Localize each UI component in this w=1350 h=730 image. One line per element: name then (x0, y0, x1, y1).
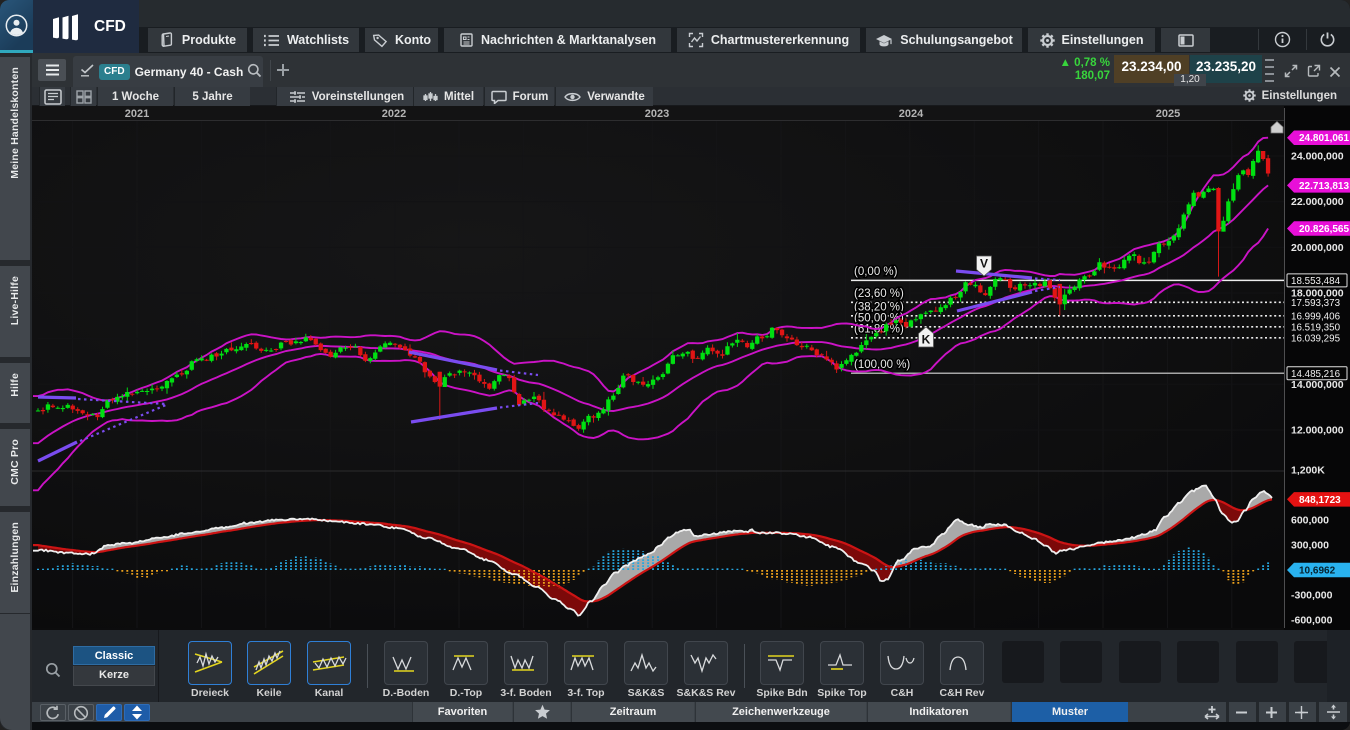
svg-text:(0,00 %): (0,00 %) (854, 266, 898, 278)
svg-text:K: K (922, 333, 931, 347)
svg-text:V: V (980, 257, 988, 271)
svg-text:2022: 2022 (382, 108, 406, 120)
svg-text:2023: 2023 (645, 108, 669, 120)
svg-text:14.000,000: 14.000,000 (1291, 379, 1344, 391)
svg-text:12.000,000: 12.000,000 (1291, 425, 1344, 437)
svg-text:848,1723: 848,1723 (1299, 495, 1341, 506)
svg-text:2021: 2021 (125, 108, 149, 120)
svg-text:20.826,565: 20.826,565 (1299, 224, 1349, 235)
svg-text:20.000,000: 20.000,000 (1291, 242, 1344, 254)
svg-text:16.999,406: 16.999,406 (1291, 311, 1341, 322)
svg-text:22.000,000: 22.000,000 (1291, 196, 1344, 208)
svg-text:24.000,000: 24.000,000 (1291, 151, 1344, 163)
svg-text:18.553,484: 18.553,484 (1291, 276, 1341, 287)
svg-text:(23,60 %): (23,60 %) (854, 288, 904, 300)
svg-text:24.801,061: 24.801,061 (1299, 133, 1349, 144)
svg-text:-600,000: -600,000 (1291, 615, 1333, 627)
svg-text:16.519,350: 16.519,350 (1291, 322, 1341, 333)
svg-text:14.485,216: 14.485,216 (1291, 369, 1341, 380)
svg-text:-300,000: -300,000 (1291, 590, 1333, 602)
svg-text:2024: 2024 (899, 108, 924, 120)
svg-text:17.593,373: 17.593,373 (1291, 298, 1341, 309)
svg-text:16.039,295: 16.039,295 (1291, 333, 1341, 344)
svg-text:300,000: 300,000 (1291, 540, 1329, 552)
svg-text:600,000: 600,000 (1291, 515, 1329, 527)
svg-text:2025: 2025 (1156, 108, 1180, 120)
svg-text:1,200K: 1,200K (1291, 465, 1325, 477)
svg-text:10,6962: 10,6962 (1299, 566, 1336, 577)
svg-text:(100,00 %): (100,00 %) (854, 359, 910, 371)
svg-text:22.713,813: 22.713,813 (1299, 181, 1349, 192)
